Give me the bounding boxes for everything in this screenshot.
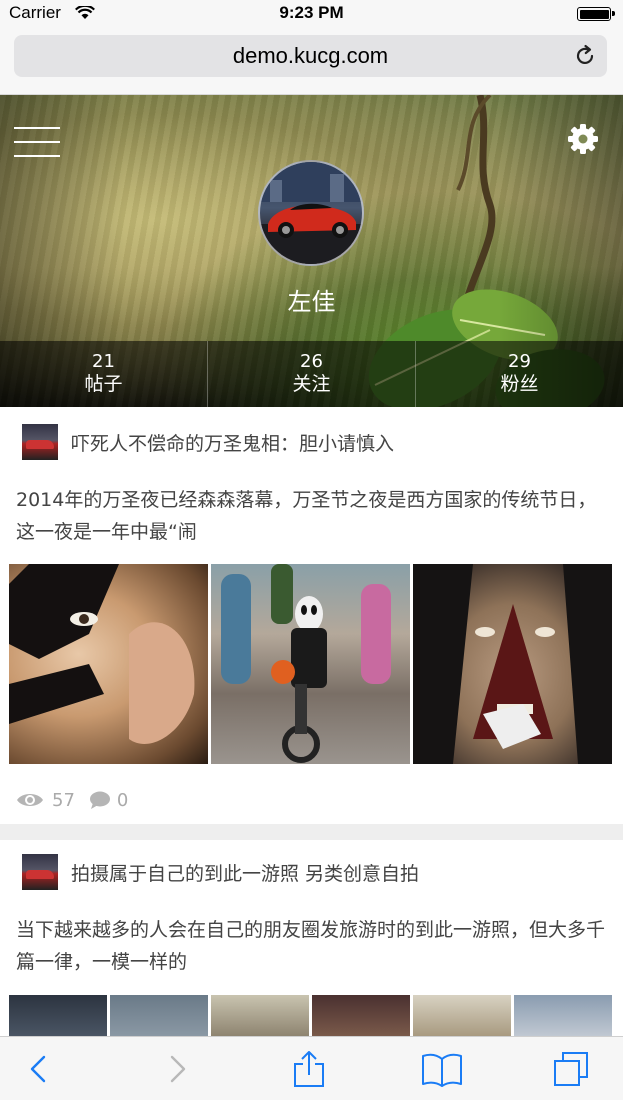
stat-value: 21 [92, 351, 115, 372]
gear-icon[interactable] [567, 123, 599, 155]
bookmarks-icon[interactable] [421, 1051, 463, 1087]
post-photo[interactable] [211, 995, 410, 1036]
stat-label: 关注 [292, 373, 331, 395]
post-card[interactable]: 吓死人不偿命的万圣鬼相：胆小请慎入 2014年的万圣夜已经森森落幕，万圣节之夜是… [0, 407, 623, 824]
eye-icon [17, 794, 43, 806]
post-photos [9, 564, 612, 764]
post-metrics: 57 0 [16, 789, 128, 811]
post-excerpt: 2014年的万圣夜已经森森落幕，万圣节之夜是西方国家的传统节日，这一夜是一年中最… [16, 489, 597, 543]
avatar[interactable] [258, 160, 364, 266]
back-icon[interactable] [22, 1051, 58, 1087]
post-photo[interactable] [211, 564, 410, 764]
profile-name: 左佳 [287, 288, 336, 316]
stat-value: 26 [300, 351, 323, 372]
url-text[interactable]: demo.kucg.com [14, 43, 607, 69]
comment-count: 0 [116, 789, 129, 811]
post-excerpt: 当下越来越多的人会在自己的朋友圈发旅游时的到此一游照，但大多千篇一律，一模一样的 [16, 919, 606, 973]
post-photo[interactable] [413, 564, 612, 764]
post-photo[interactable] [9, 995, 208, 1036]
profile-header: 左佳 21 帖子 26 关注 29 粉丝 [0, 95, 623, 407]
author-avatar[interactable] [22, 854, 58, 890]
avatar-car-image [260, 162, 362, 264]
post-title[interactable]: 吓死人不偿命的万圣鬼相：胆小请慎入 [71, 429, 394, 456]
browser-chrome: demo.kucg.com [0, 28, 623, 95]
stat-posts[interactable]: 21 帖子 [0, 341, 208, 407]
photo-costume-kid [221, 564, 391, 763]
comment-icon[interactable] [89, 790, 111, 810]
post-divider [0, 824, 623, 840]
author-avatar[interactable] [22, 424, 58, 460]
clock: 9:23 PM [279, 3, 344, 22]
status-bar: Carrier 9:23 PM [0, 0, 623, 28]
view-count: 57 [52, 789, 75, 811]
browser-toolbar [0, 1036, 623, 1100]
menu-icon[interactable] [14, 125, 60, 159]
stat-following[interactable]: 26 关注 [208, 341, 416, 407]
post-header: 吓死人不偿命的万圣鬼相：胆小请慎入 [22, 424, 394, 460]
forward-icon[interactable] [160, 1051, 196, 1087]
stat-followers[interactable]: 29 粉丝 [416, 341, 623, 407]
profile-stats: 21 帖子 26 关注 29 粉丝 [0, 341, 623, 407]
post-photo[interactable] [9, 564, 208, 764]
battery-icon [577, 7, 615, 21]
share-icon[interactable] [291, 1051, 327, 1087]
reload-icon[interactable] [573, 44, 597, 68]
post-photos [9, 995, 612, 1036]
post-card[interactable]: 拍摄属于自己的到此一游照 另类创意自拍 当下越来越多的人会在自己的朋友圈发旅游时… [0, 840, 623, 1036]
tabs-icon[interactable] [553, 1051, 589, 1087]
stat-label: 粉丝 [500, 373, 539, 395]
address-bar[interactable]: demo.kucg.com [14, 35, 607, 77]
stat-label: 帖子 [84, 373, 123, 395]
stat-value: 29 [508, 351, 531, 372]
photo-zombie-face [413, 564, 612, 764]
post-header: 拍摄属于自己的到此一游照 另类创意自拍 [22, 854, 419, 890]
post-title[interactable]: 拍摄属于自己的到此一游照 另类创意自拍 [71, 859, 419, 886]
post-photo[interactable] [413, 995, 612, 1036]
photo-face-paint [9, 564, 195, 744]
